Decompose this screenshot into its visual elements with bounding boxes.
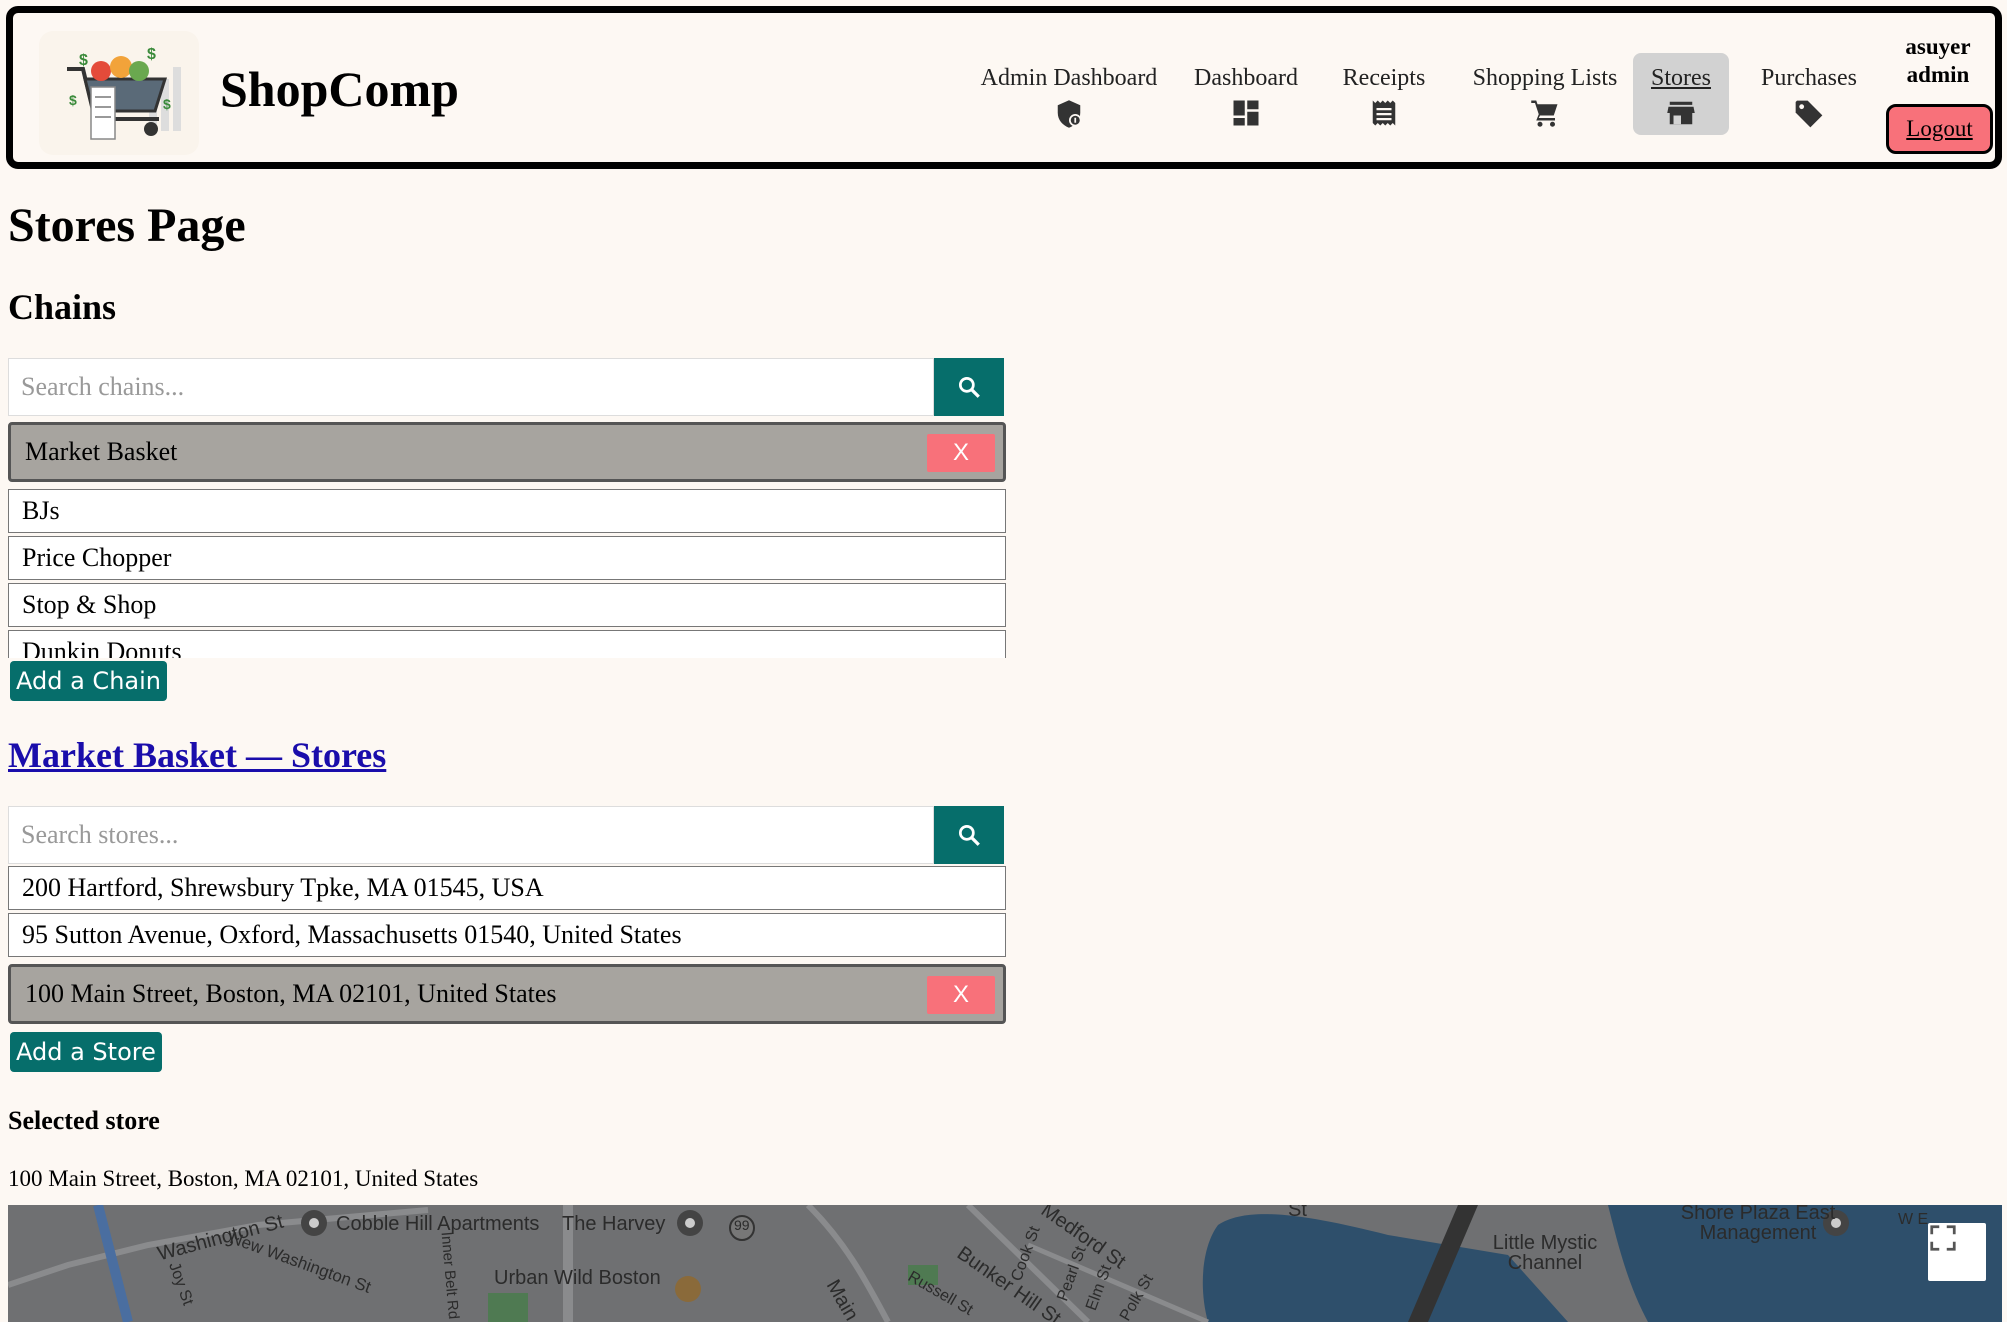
svg-text:$: $ xyxy=(79,52,88,69)
map-fullscreen-button[interactable] xyxy=(1928,1223,1986,1281)
store-item[interactable]: 200 Hartford, Shrewsbury Tpke, MA 01545,… xyxy=(8,866,1006,910)
nav-receipts[interactable]: Receipts xyxy=(1330,53,1438,135)
chains-heading: Chains xyxy=(8,287,117,327)
chain-item[interactable]: Price Chopper xyxy=(8,536,1006,580)
username: asuyer xyxy=(1905,34,1971,59)
remove-store-button[interactable]: X xyxy=(927,976,995,1014)
search-icon xyxy=(958,376,980,398)
store-label: 100 Main Street, Boston, MA 02101, Unite… xyxy=(25,979,557,1008)
svg-text:$: $ xyxy=(163,96,171,112)
store-map[interactable]: Washington St Cobble Hill Apartments The… xyxy=(8,1205,2002,1322)
nav-stores[interactable]: Stores xyxy=(1633,53,1729,135)
chain-label: Market Basket xyxy=(25,437,178,466)
nav-label: Admin Dashboard xyxy=(980,65,1158,91)
add-store-button[interactable]: Add a Store xyxy=(10,1032,162,1072)
add-chain-button[interactable]: Add a Chain xyxy=(10,661,167,701)
nav-shopping-lists[interactable]: Shopping Lists xyxy=(1460,53,1630,135)
chain-list: Market Basket X BJs Price Chopper Stop &… xyxy=(8,422,1006,658)
chain-item-selected[interactable]: Market Basket X xyxy=(8,422,1006,482)
nav-admin-dashboard[interactable]: Admin Dashboard xyxy=(964,53,1174,135)
fullscreen-icon xyxy=(1930,1225,1956,1251)
shield-icon xyxy=(1057,100,1082,128)
chain-item[interactable]: BJs xyxy=(8,489,1006,533)
top-navbar: $ $ $ $ ShopComp Admin Dashboard Dashboa… xyxy=(6,6,2002,169)
user-role: admin xyxy=(1906,62,1970,87)
svg-text:$: $ xyxy=(147,46,156,63)
cart-icon xyxy=(1531,100,1558,127)
remove-chain-button[interactable]: X xyxy=(927,434,995,472)
search-icon xyxy=(958,824,980,846)
chain-item[interactable]: Stop & Shop xyxy=(8,583,1006,627)
map-label: Urban Wild Boston xyxy=(494,1267,661,1289)
map-label: St xyxy=(1288,1205,1307,1221)
map-label: Little Mystic Channel xyxy=(1492,1232,1598,1274)
tag-icon xyxy=(1795,100,1823,128)
logout-button[interactable]: Logout xyxy=(1886,104,1993,154)
map-label: Shore Plaza East Management xyxy=(1680,1205,1836,1244)
receipt-icon xyxy=(1372,100,1396,126)
nav-label: Stores xyxy=(1651,65,1711,91)
store-search-bar xyxy=(8,806,1004,864)
selected-store-label: Selected store xyxy=(8,1106,160,1135)
user-info: asuyer admin xyxy=(1873,33,2003,89)
store-item-selected[interactable]: 100 Main Street, Boston, MA 02101, Unite… xyxy=(8,964,1006,1024)
nav-label: Dashboard xyxy=(1194,65,1298,91)
brand-name: ShopComp xyxy=(220,61,459,117)
shopcomp-logo[interactable]: $ $ $ $ xyxy=(39,31,199,155)
stores-heading-link[interactable]: Market Basket — Stores xyxy=(8,734,386,776)
map-label: 99 xyxy=(734,1217,750,1233)
nav-label: Purchases xyxy=(1761,65,1857,91)
svg-text:$: $ xyxy=(69,92,77,108)
page-title: Stores Page xyxy=(8,199,246,252)
map-label: The Harvey xyxy=(562,1213,666,1235)
chain-search-button[interactable] xyxy=(934,358,1004,416)
chain-search-input[interactable] xyxy=(8,358,934,416)
store-item[interactable]: 95 Sutton Avenue, Oxford, Massachusetts … xyxy=(8,913,1006,957)
chain-search-bar xyxy=(8,358,1004,416)
nav-purchases[interactable]: Purchases xyxy=(1746,53,1872,135)
dashboard-icon xyxy=(1233,100,1259,126)
store-search-input[interactable] xyxy=(8,806,934,864)
nav-label: Receipts xyxy=(1342,65,1426,91)
selected-store-address: 100 Main Street, Boston, MA 02101, Unite… xyxy=(8,1166,479,1191)
chain-item[interactable]: Dunkin Donuts xyxy=(8,630,1006,658)
store-search-button[interactable] xyxy=(934,806,1004,864)
nav-dashboard[interactable]: Dashboard xyxy=(1188,53,1304,135)
map-label: W E xyxy=(1898,1211,1929,1228)
store-list: 200 Hartford, Shrewsbury Tpke, MA 01545,… xyxy=(8,866,1006,1028)
nav-label: Shopping Lists xyxy=(1472,65,1618,91)
store-icon xyxy=(1667,101,1695,125)
